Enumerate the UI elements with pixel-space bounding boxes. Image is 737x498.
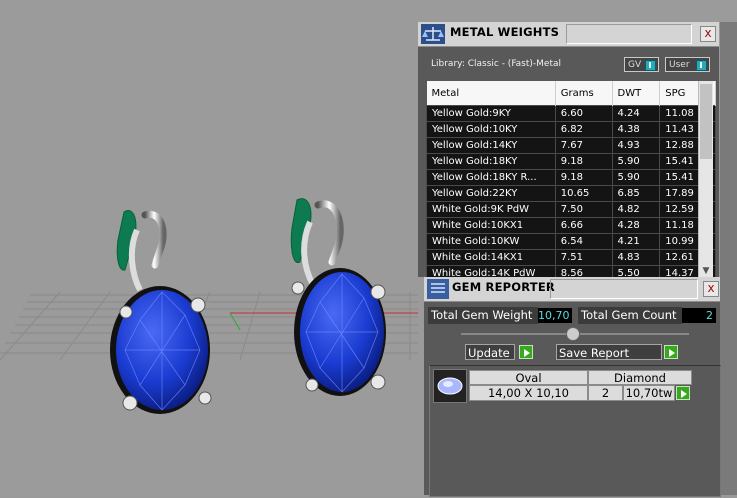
cell-dwt: 5.90	[611, 153, 661, 170]
total-gem-count-label: Total Gem Count	[578, 307, 682, 324]
bail-left	[128, 228, 143, 292]
scrollbar-thumb[interactable]	[700, 84, 712, 159]
cell-metal: Yellow Gold:18KY R...	[426, 169, 556, 186]
table-row[interactable]: White Gold:14K PdW 8.56 5.50 14.37	[426, 265, 716, 277]
user-toggle-label: User	[669, 60, 690, 70]
hoop-left	[141, 210, 167, 269]
scale-icon	[421, 24, 445, 44]
update-play-icon[interactable]	[519, 345, 533, 359]
table-row[interactable]: White Gold:10KX1 6.66 4.28 11.18	[426, 217, 716, 234]
earring-left	[110, 210, 212, 414]
cell-metal: White Gold:10KW	[426, 233, 556, 250]
metal-table[interactable]: Metal Grams DWT SPG Yellow Gold:9KY 6.60 4…	[426, 81, 716, 277]
save-report-play-icon[interactable]	[664, 345, 678, 359]
cell-dwt: 4.93	[611, 137, 661, 154]
cell-grams: 6.60	[554, 105, 613, 122]
titlebar-separator	[550, 279, 698, 299]
total-gem-count-value: 2	[682, 308, 716, 323]
cell-dwt: 6.85	[611, 185, 661, 202]
gem-row[interactable]: Oval 14,00 X 10,10 Diamond 2 10,70tw	[433, 369, 695, 403]
cell-grams: 6.66	[554, 217, 613, 234]
table-row[interactable]: White Gold:9K PdW 7.50 4.82 12.59	[426, 201, 716, 218]
gem-list: Oval 14,00 X 10,10 Diamond 2 10,70tw	[429, 365, 721, 497]
metal-weights-panel: METAL WEIGHTS x Library: Classic - (Fast…	[418, 22, 719, 277]
save-report-button[interactable]: Save Report	[556, 344, 662, 360]
cell-metal: Yellow Gold:10KY	[426, 121, 556, 138]
report-icon	[427, 279, 449, 299]
cell-dwt: 4.24	[611, 105, 661, 122]
cell-grams: 7.51	[554, 249, 613, 266]
cell-metal: Yellow Gold:18KY	[426, 153, 556, 170]
gem-reporter-panel: GEM REPORTER x Total Gem Weight 10,70 To…	[424, 277, 721, 497]
cell-metal: White Gold:14KX1	[426, 249, 556, 266]
cell-grams: 9.18	[554, 169, 613, 186]
cell-grams: 6.82	[554, 121, 613, 138]
cell-grams: 10.65	[554, 185, 613, 202]
cell-grams: 7.67	[554, 137, 613, 154]
table-row[interactable]: Yellow Gold:10KY 6.82 4.38 11.43	[426, 121, 716, 138]
cell-grams: 7.50	[554, 201, 613, 218]
update-button[interactable]: Update	[465, 344, 515, 360]
y-axis-line	[229, 312, 241, 331]
cell-dwt: 4.83	[611, 249, 661, 266]
metal-weights-title: METAL WEIGHTS	[450, 25, 560, 39]
cell-metal: Yellow Gold:22KY	[426, 185, 556, 202]
toggle-led-icon	[696, 60, 707, 71]
table-row[interactable]: Yellow Gold:22KY 10.65 6.85 17.89	[426, 185, 716, 202]
gem-reporter-title: GEM REPORTER	[452, 280, 555, 294]
library-label: Library: Classic - (Fast)-Metal	[431, 59, 562, 69]
user-toggle[interactable]: User	[665, 57, 710, 72]
gv-toggle-label: GV	[628, 60, 642, 70]
gem-reporter-titlebar[interactable]: GEM REPORTER x	[424, 277, 720, 302]
scroll-down-icon[interactable]: ▼	[699, 266, 713, 276]
gem-reporter-close-button[interactable]: x	[703, 281, 719, 297]
cell-grams: 8.56	[554, 265, 613, 277]
gem-shape: Oval	[469, 370, 588, 385]
cell-metal: Yellow Gold:9KY	[426, 105, 556, 122]
table-header-row: Metal Grams DWT SPG	[426, 81, 716, 106]
table-row[interactable]: Yellow Gold:9KY 6.60 4.24 11.08	[426, 105, 716, 122]
gem-material: Diamond	[588, 370, 692, 385]
total-gem-weight-label: Total Gem Weight	[428, 307, 538, 324]
total-gem-weight-value: 10,70	[538, 308, 572, 323]
table-row[interactable]: Yellow Gold:18KY 9.18 5.90 15.41	[426, 153, 716, 170]
gem-count: 2	[588, 385, 623, 401]
cell-dwt: 4.21	[611, 233, 661, 250]
table-row[interactable]: White Gold:10KW 6.54 4.21 10.99	[426, 233, 716, 250]
cell-metal: White Gold:14K PdW	[426, 265, 556, 277]
cell-dwt: 5.90	[611, 169, 661, 186]
cell-dwt: 4.38	[611, 121, 661, 138]
right-edge-strip	[720, 22, 737, 495]
column-header-grams[interactable]: Grams	[555, 81, 613, 106]
table-row[interactable]: White Gold:14KX1 7.51 4.83 12.61	[426, 249, 716, 266]
bail-right	[301, 220, 316, 287]
metal-weights-titlebar[interactable]: METAL WEIGHTS x	[418, 22, 719, 47]
cell-grams: 9.18	[554, 153, 613, 170]
table-row[interactable]: Yellow Gold:18KY R... 9.18 5.90 15.41	[426, 169, 716, 186]
slider-knob[interactable]	[566, 327, 580, 341]
table-row[interactable]: Yellow Gold:14KY 7.67 4.93 12.88	[426, 137, 716, 154]
metal-weights-close-button[interactable]: x	[700, 26, 716, 42]
titlebar-separator	[566, 24, 692, 44]
gem-row-play-icon[interactable]	[676, 386, 690, 400]
column-header-metal[interactable]: Metal	[426, 81, 556, 106]
oval-gem-icon	[433, 369, 467, 403]
gem-size: 14,00 X 10,10	[469, 385, 588, 401]
column-header-dwt[interactable]: DWT	[612, 81, 661, 106]
cell-dwt: 4.28	[611, 217, 661, 234]
hoop-right	[314, 200, 344, 266]
toggle-led-icon	[645, 60, 656, 71]
metal-table-scrollbar[interactable]: ▼	[698, 81, 713, 277]
earring-right	[290, 198, 386, 396]
cell-grams: 6.54	[554, 233, 613, 250]
gv-toggle[interactable]: GV	[624, 57, 659, 72]
cell-metal: Yellow Gold:14KY	[426, 137, 556, 154]
cell-dwt: 4.82	[611, 201, 661, 218]
gem-weight: 10,70tw	[623, 385, 675, 401]
cell-metal: White Gold:10KX1	[426, 217, 556, 234]
cell-metal: White Gold:9K PdW	[426, 201, 556, 218]
cell-dwt: 5.50	[611, 265, 661, 277]
